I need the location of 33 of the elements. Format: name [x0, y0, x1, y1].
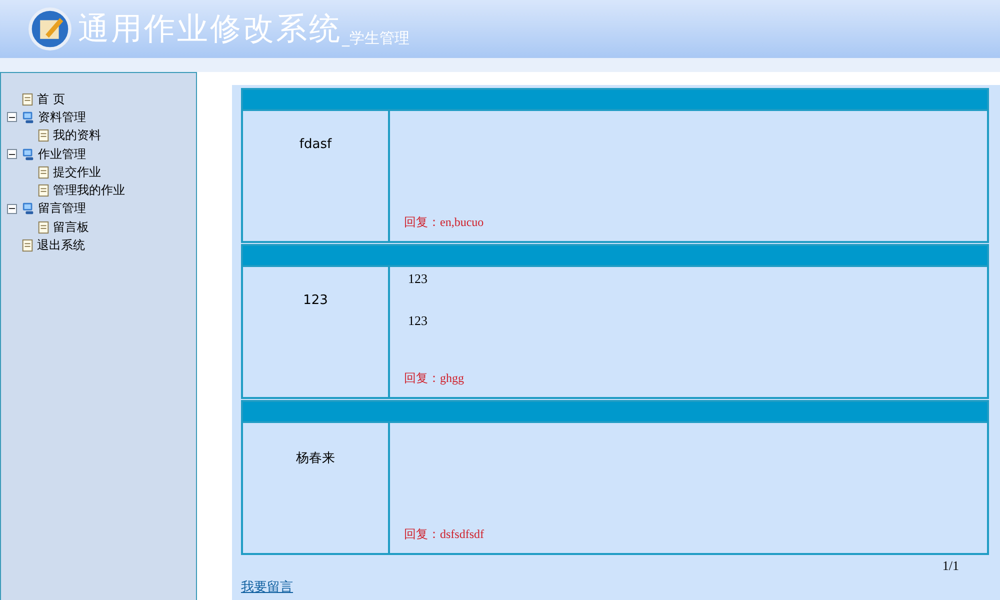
tree-item[interactable]: 首 页 — [37, 90, 65, 108]
document-icon — [37, 184, 50, 198]
collapse-toggle-icon[interactable] — [7, 149, 17, 160]
tree-item[interactable]: 作业管理 — [38, 146, 86, 163]
author-name: 杨春来 — [296, 450, 335, 465]
collapse-toggle-icon[interactable] — [7, 204, 17, 214]
tree-item[interactable]: 退出系统 — [37, 237, 85, 254]
computer-icon — [22, 148, 35, 161]
reply-text: 回复：ghgg — [404, 370, 465, 387]
message-text: 123 — [408, 271, 428, 287]
tree-item[interactable]: 提交作业 — [53, 164, 101, 181]
system-subtitle: _学生管理 — [342, 29, 410, 48]
leave-message-link[interactable]: 我要留言 — [241, 578, 293, 596]
message-text: 123 — [408, 313, 428, 329]
document-icon — [21, 239, 34, 252]
tree-item[interactable]: 资料管理 — [38, 108, 86, 126]
document-icon — [37, 129, 50, 142]
reply-text: 回复：en,bucuo — [404, 214, 485, 231]
document-icon — [37, 166, 50, 179]
page-indicator: 1/1 — [942, 558, 959, 574]
tree-item[interactable]: 我的资料 — [53, 127, 101, 144]
author-name: 123 — [303, 293, 328, 309]
tree-item[interactable]: 留言管理 — [38, 200, 86, 218]
document-icon — [21, 92, 34, 106]
collapse-toggle-icon[interactable] — [7, 112, 17, 122]
tree-item[interactable]: 留言板 — [53, 218, 89, 236]
system-title: 通用作业修改系统 — [78, 10, 342, 49]
tree-item[interactable]: 管理我的作业 — [53, 182, 125, 200]
computer-icon — [22, 202, 35, 216]
author-name: fdasf — [299, 137, 332, 153]
computer-icon — [22, 110, 35, 124]
reply-text: 回复：dsfsdfsdf — [404, 526, 485, 543]
document-icon — [37, 220, 50, 234]
